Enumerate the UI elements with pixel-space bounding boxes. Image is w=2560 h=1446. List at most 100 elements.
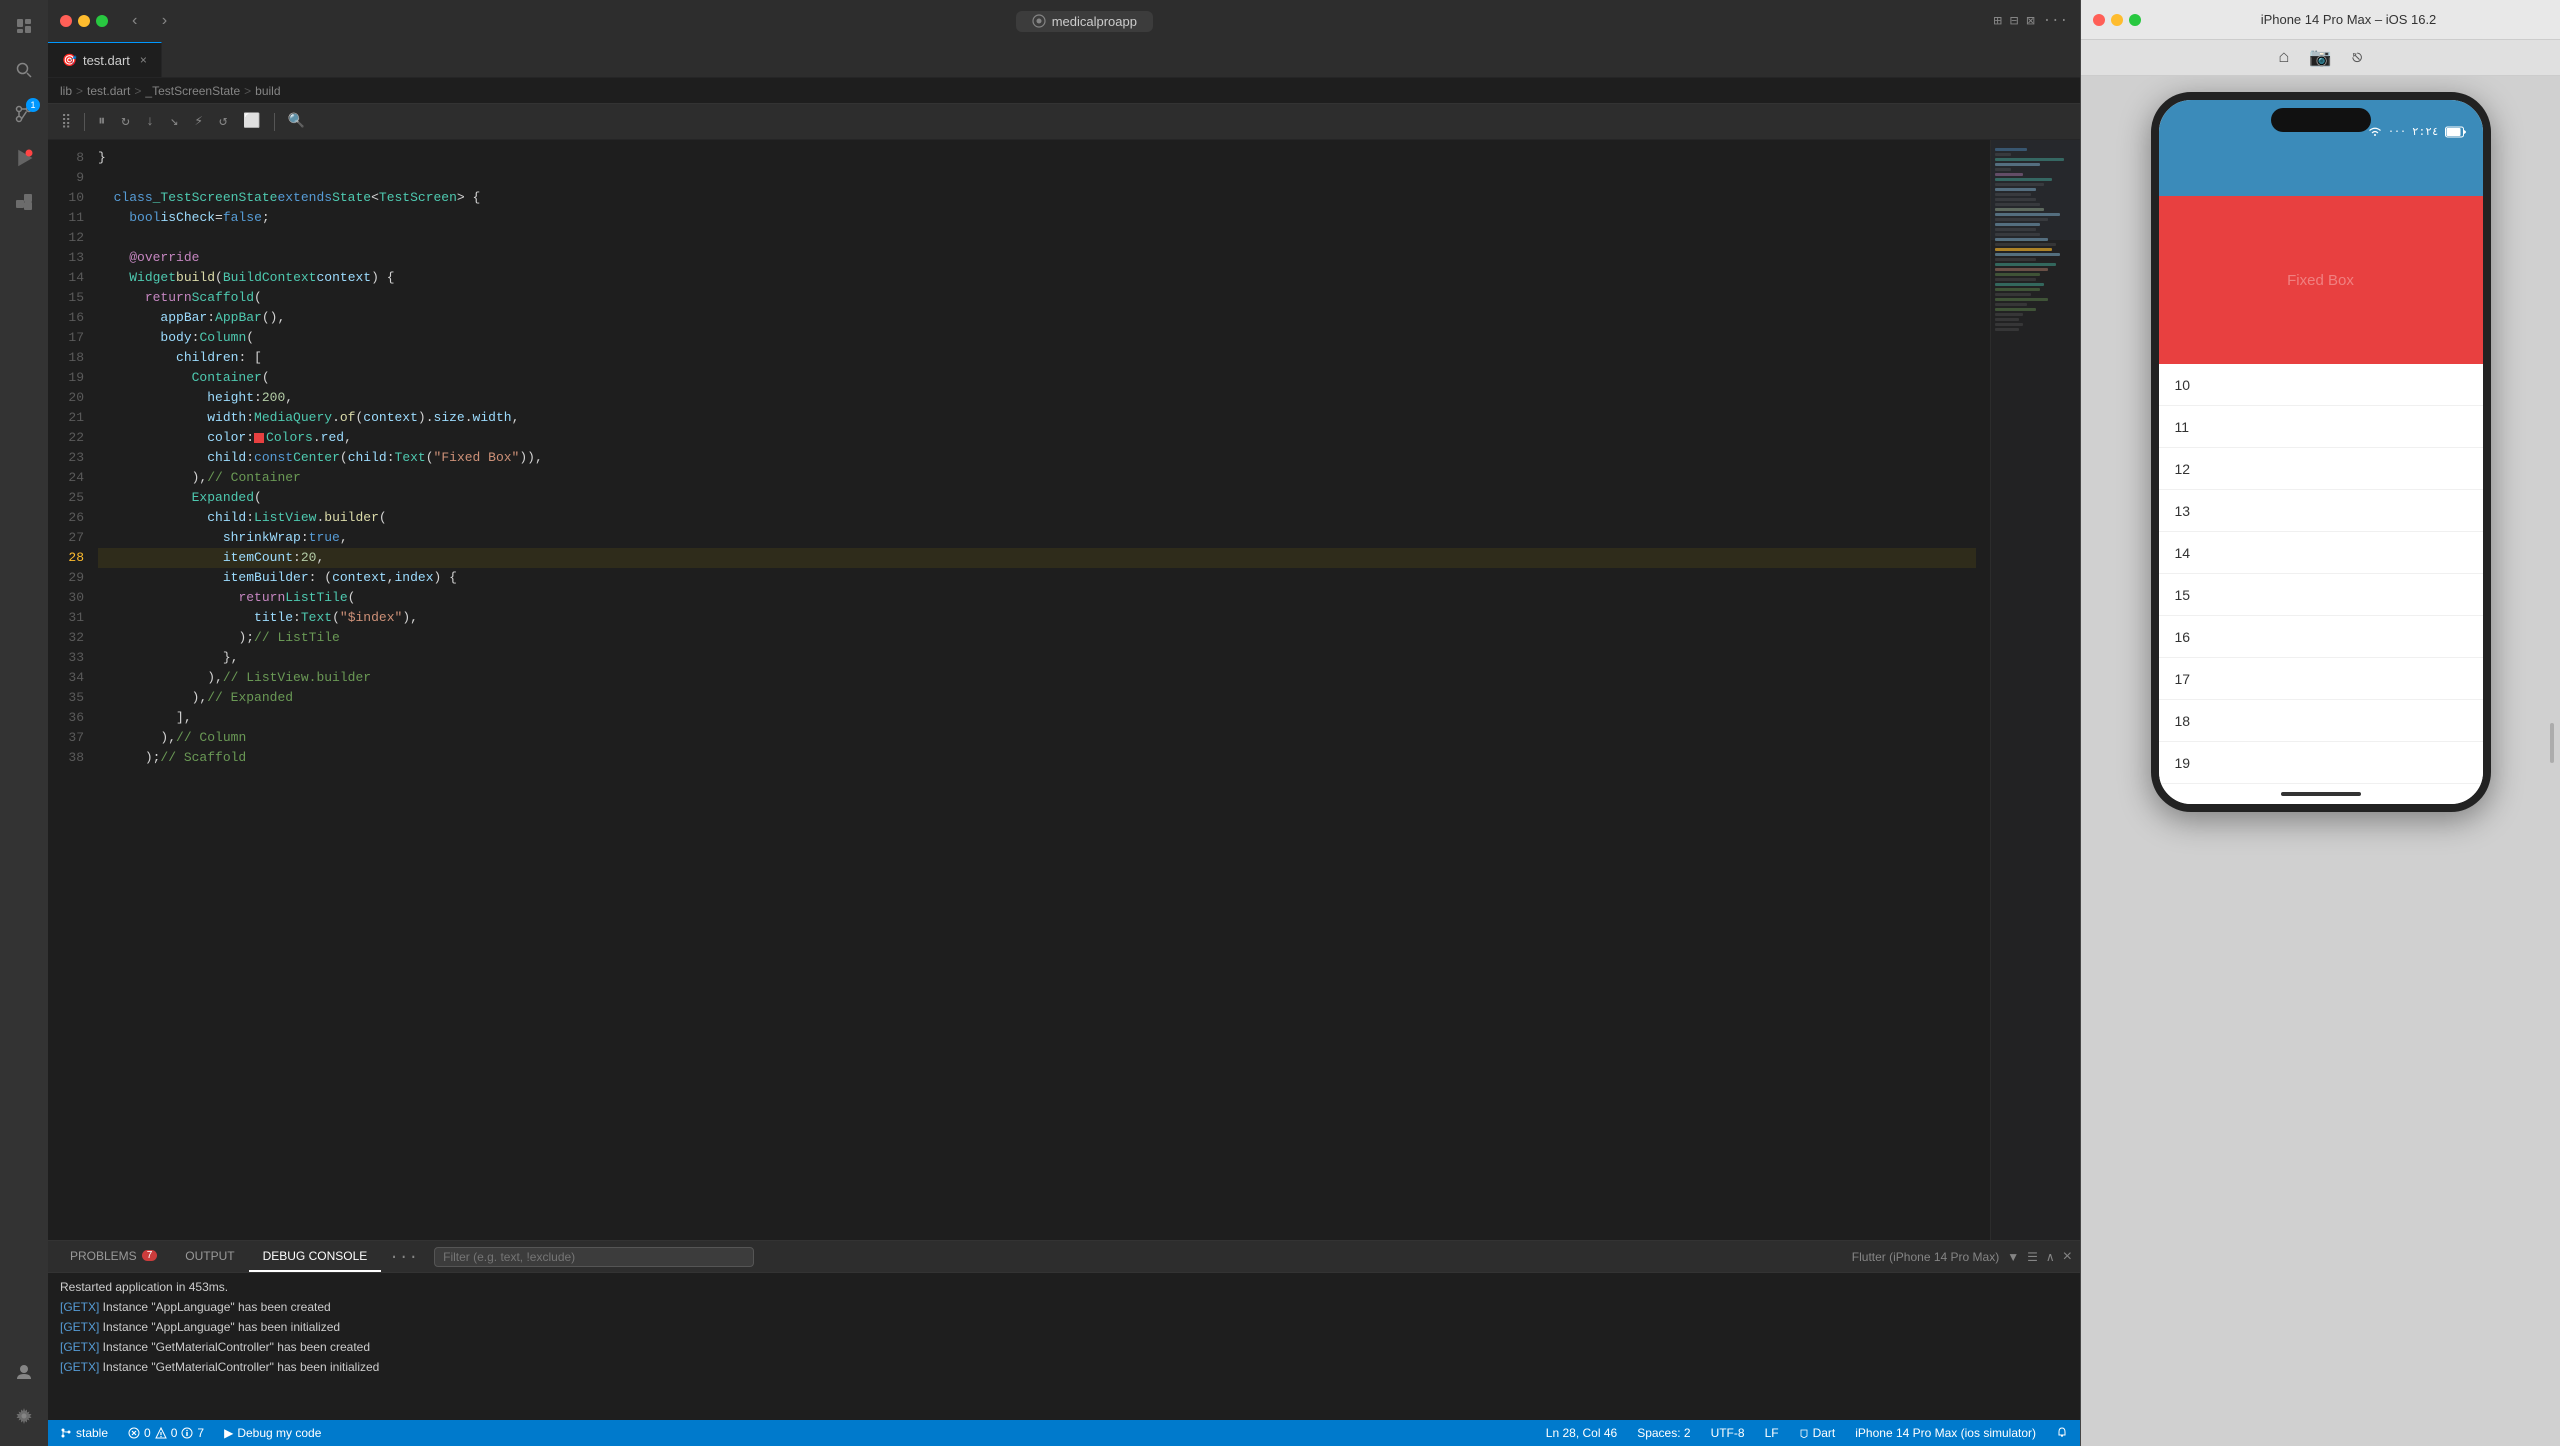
code-line-36: ],	[98, 708, 1976, 728]
error-icon	[128, 1427, 140, 1439]
breadcrumb-file[interactable]: test.dart	[87, 84, 130, 98]
language-status[interactable]: Dart	[1795, 1426, 1840, 1440]
spaces-label: Spaces: 2	[1637, 1426, 1690, 1440]
notifications-status[interactable]	[2052, 1426, 2072, 1440]
more-actions-icon[interactable]: ···	[2043, 13, 2068, 30]
sim-rotate-icon[interactable]: ⎋	[2352, 47, 2363, 69]
list-item-11: 11	[2159, 406, 2483, 448]
panel-tab-debug-console[interactable]: DEBUG CONSOLE	[249, 1241, 382, 1272]
sim-minimize-button[interactable]	[2111, 14, 2123, 26]
line-num-28: 28	[48, 548, 84, 568]
line-num-21: 21	[48, 408, 84, 428]
activity-extensions[interactable]	[6, 184, 42, 220]
line-ending-status[interactable]: LF	[1761, 1426, 1783, 1440]
line-num-11: 11	[48, 208, 84, 228]
title-bar-center: medicalproapp	[183, 11, 1985, 32]
code-line-38: ); // Scaffold	[98, 748, 1976, 768]
code-line-37: ), // Column	[98, 728, 1976, 748]
problems-tab-label: PROBLEMS	[70, 1249, 137, 1263]
breadcrumb-lib[interactable]: lib	[60, 84, 72, 98]
code-lines[interactable]: } class _TestScreenState extends State<T…	[94, 140, 1976, 1240]
toggle-panel-icon[interactable]: ⊟	[2010, 13, 2018, 30]
sim-maximize-button[interactable]	[2129, 14, 2141, 26]
console-line-3: [GETX] Instance "GetMaterialController" …	[60, 1337, 2068, 1357]
activity-explorer[interactable]	[6, 8, 42, 44]
maximize-button[interactable]	[96, 15, 108, 27]
spaces-status[interactable]: Spaces: 2	[1633, 1426, 1694, 1440]
title-bar-right: ⊞ ⊟ ⊠ ···	[1993, 13, 2068, 30]
errors-status[interactable]: 0 0 7	[124, 1426, 208, 1440]
window-title-text: medicalproapp	[1052, 14, 1137, 29]
split-editor-icon[interactable]: ⊞	[1993, 13, 2001, 30]
panel-list-icon[interactable]: ☰	[2027, 1250, 2038, 1264]
breadcrumb-method[interactable]: build	[255, 84, 280, 98]
code-editor[interactable]: 8 9 10 11 12 13 14 15 16 17 18 19 20 21 …	[48, 140, 1990, 1240]
cursor-position-status[interactable]: Ln 28, Col 46	[1542, 1426, 1621, 1440]
line-num-30: 30	[48, 588, 84, 608]
line-num-9: 9	[48, 168, 84, 188]
activity-avatar[interactable]	[6, 1354, 42, 1390]
runner-dropdown-icon[interactable]: ▼	[2007, 1250, 2019, 1264]
sim-close-button[interactable]	[2093, 14, 2105, 26]
close-button[interactable]	[60, 15, 72, 27]
line-num-18: 18	[48, 348, 84, 368]
breadcrumb-class[interactable]: _TestScreenState	[145, 84, 240, 98]
list-item-16: 16	[2159, 616, 2483, 658]
minimize-button[interactable]	[78, 15, 90, 27]
activity-source-control[interactable]: 1	[6, 96, 42, 132]
branch-status[interactable]: stable	[56, 1426, 112, 1440]
nav-back-button[interactable]: ‹	[124, 10, 146, 32]
line-num-27: 27	[48, 528, 84, 548]
runner-label[interactable]: Flutter (iPhone 14 Pro Max)	[1852, 1250, 1999, 1264]
panel-collapse-icon[interactable]: ∧	[2046, 1250, 2055, 1264]
phone-list: 10 11 12 13 14 15 16 17 18 19	[2159, 364, 2483, 784]
dart-file-icon: 🎯	[62, 53, 77, 67]
list-item-14: 14	[2159, 532, 2483, 574]
device-status[interactable]: iPhone 14 Pro Max (ios simulator)	[1851, 1426, 2040, 1440]
sim-screenshot-icon[interactable]: 📷	[2309, 47, 2331, 69]
pause-button[interactable]: ⏸	[93, 110, 110, 134]
list-item-13: 13	[2159, 490, 2483, 532]
code-line-21: width: MediaQuery.of(context).size.width…	[98, 408, 1976, 428]
sim-scrollbar	[2550, 723, 2554, 763]
tab-close-button[interactable]: ×	[140, 53, 147, 67]
activity-search[interactable]	[6, 52, 42, 88]
minimap	[1990, 140, 2080, 1240]
branch-name: stable	[76, 1426, 108, 1440]
debug-layout-icon[interactable]: ⣿	[56, 109, 76, 134]
editor-scrollbar[interactable]	[1976, 140, 1990, 1240]
activity-settings[interactable]	[6, 1398, 42, 1434]
problems-badge: 7	[142, 1250, 158, 1261]
layout-icon[interactable]: ⊠	[2026, 13, 2034, 30]
search-editor-button[interactable]: 🔍	[283, 109, 310, 134]
simulator-panel: iPhone 14 Pro Max – iOS 16.2 ⌂ 📷 ⎋ ··· ٢…	[2080, 0, 2560, 1446]
notifications-icon	[2056, 1427, 2068, 1439]
hot-restart-button[interactable]: ⚡	[190, 109, 208, 134]
panel-tab-more[interactable]: ···	[381, 1248, 426, 1266]
code-line-29: itemBuilder: (context, index) {	[98, 568, 1976, 588]
wifi-icon	[2368, 127, 2382, 137]
reload-button[interactable]: ↺	[214, 109, 232, 134]
tab-test-dart[interactable]: 🎯 test.dart ×	[48, 42, 162, 77]
nav-forward-button[interactable]: ›	[154, 10, 176, 32]
line-numbers: 8 9 10 11 12 13 14 15 16 17 18 19 20 21 …	[48, 140, 94, 1240]
phone-notch	[2271, 108, 2371, 132]
code-line-33: },	[98, 648, 1976, 668]
activity-run[interactable]	[6, 140, 42, 176]
step-over-button[interactable]: ↓	[141, 110, 159, 134]
encoding-status[interactable]: UTF-8	[1707, 1426, 1749, 1440]
hot-reload-button[interactable]: ↻	[116, 109, 134, 134]
stop-button[interactable]: ⬜	[238, 109, 265, 134]
toolbar-separator-2	[274, 113, 275, 131]
panel-filter-input[interactable]	[434, 1247, 754, 1267]
window-title: medicalproapp	[1016, 11, 1153, 32]
sim-home-icon[interactable]: ⌂	[2278, 48, 2289, 68]
panel-tab-problems[interactable]: PROBLEMS 7	[56, 1241, 171, 1272]
run-status[interactable]: ▶ Debug my code	[220, 1426, 325, 1440]
line-num-37: 37	[48, 728, 84, 748]
line-ending-label: LF	[1765, 1426, 1779, 1440]
step-into-button[interactable]: ↘	[165, 109, 183, 134]
code-line-31: title: Text("$index"),	[98, 608, 1976, 628]
panel-tab-output[interactable]: OUTPUT	[171, 1241, 248, 1272]
panel-close-button[interactable]: ×	[2063, 1248, 2072, 1266]
